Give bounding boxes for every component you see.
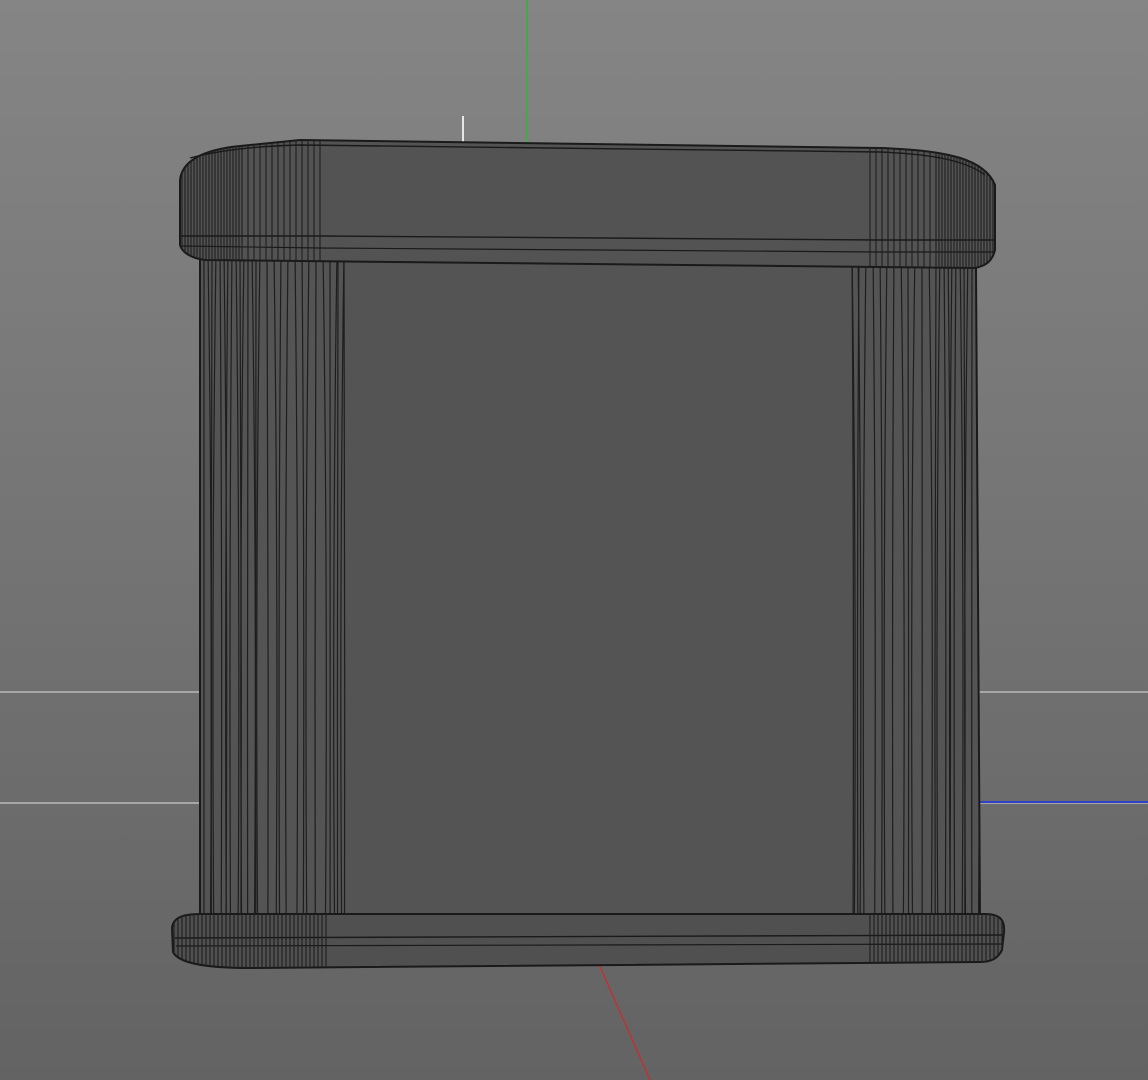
container-base-rim[interactable]: [170, 912, 1006, 970]
wire-edge: [336, 253, 339, 918]
wire-edge: [907, 253, 910, 918]
container-lid[interactable]: [179, 138, 996, 270]
container-body[interactable]: [199, 250, 982, 920]
viewport-canvas[interactable]: [0, 0, 1148, 1080]
3d-viewport[interactable]: [0, 0, 1148, 1080]
container-object[interactable]: [170, 138, 1006, 970]
wire-edge: [343, 253, 346, 918]
